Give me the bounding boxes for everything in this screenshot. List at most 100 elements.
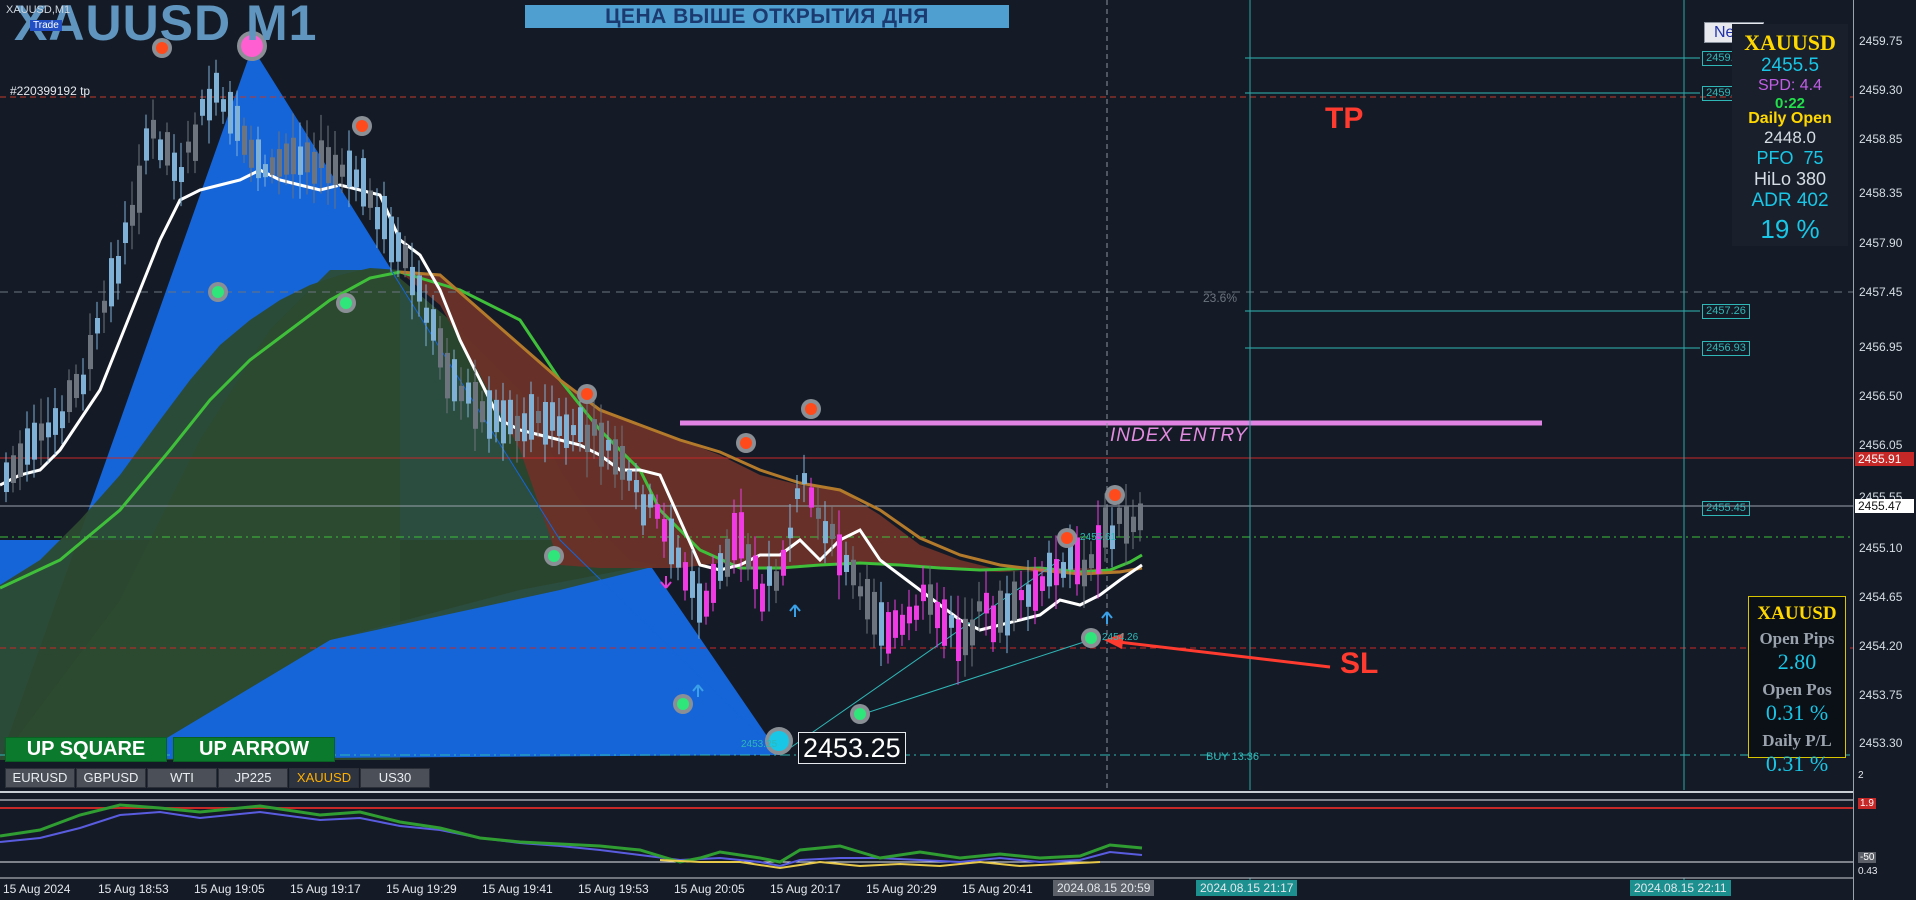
pl-open-pips-value: 2.80 (1777, 649, 1817, 674)
y-tick: 2456.05 (1859, 438, 1903, 452)
candle-body (725, 538, 730, 577)
candle-body (235, 105, 240, 141)
candle-body (585, 424, 590, 453)
candle-body (627, 470, 632, 481)
candle-body (1131, 516, 1136, 533)
info-spread: SPD: 4.4 (1757, 77, 1823, 94)
up-square-button[interactable]: UP SQUARE (5, 737, 167, 762)
level-label-5: 2455.45 (1702, 501, 1750, 516)
tab-us30[interactable]: US30 (360, 768, 430, 788)
level-label-3: 2457.26 (1702, 304, 1750, 319)
fractal-marker (1085, 632, 1097, 644)
symbol-timeframe-label: XAUUSD,M1 (6, 4, 71, 16)
info-adr-value: 402 (1796, 190, 1829, 211)
candle-body (718, 553, 723, 581)
candle-body (746, 544, 751, 570)
candle-body (11, 455, 16, 483)
candle-body (837, 534, 842, 576)
crosshair-time-tag: 2024.08.15 20:59 (1053, 880, 1155, 896)
candle-body (620, 445, 625, 480)
price-above-open-banner: ЦЕНА ВЫШЕ ОТКРЫТИЯ ДНЯ (525, 5, 1009, 28)
info-timer: 0:22 (1774, 95, 1806, 112)
x-label: 15 Aug 19:29 (386, 882, 457, 896)
candle-body (4, 462, 9, 493)
trade-badge[interactable]: Trade (30, 20, 62, 31)
tab-gbpusd[interactable]: GBPUSD (76, 768, 146, 788)
symbol-info-panel: XAUUSD 2455.5 SPD: 4.4 0:22 Daily Open 2… (1732, 24, 1848, 246)
candle-body (263, 164, 268, 178)
y-tick: 2453.75 (1859, 688, 1903, 702)
tab-xauusd[interactable]: XAUUSD (289, 768, 359, 788)
vline-time-tag-2: 2024.08.15 22:11 (1630, 880, 1731, 896)
candle-body (935, 601, 940, 629)
candle-body (123, 222, 128, 244)
candle-body (991, 605, 996, 643)
candle-body (193, 124, 198, 161)
pl-panel: XAUUSD Open Pips 2.80 Open Pos 0.31 % Da… (1748, 596, 1846, 776)
price-axis[interactable]: 2459.75 2459.30 2458.85 2458.35 2457.90 … (1853, 0, 1916, 900)
candle-body (1138, 503, 1143, 531)
candle-body (179, 167, 184, 183)
candle-body (375, 207, 380, 230)
candle-body (1082, 559, 1087, 587)
candle-body (1026, 584, 1031, 607)
fib-level-label: 23.6% (1203, 291, 1238, 305)
candle-body (249, 139, 254, 168)
tab-wti[interactable]: WTI (147, 768, 217, 788)
y-tick: 2457.90 (1859, 236, 1903, 250)
candle-body (109, 258, 114, 307)
candle-body (683, 562, 688, 591)
candle-body (137, 165, 142, 213)
candle-body (452, 359, 457, 402)
candle-body (305, 142, 310, 173)
fractal-marker (677, 698, 689, 710)
info-daily-open-value: 2448.0 (1764, 128, 1816, 147)
candle-body (130, 204, 135, 226)
fractal-marker (805, 403, 817, 415)
candle-body (851, 559, 856, 586)
candle-body (578, 407, 583, 443)
candle-body (970, 619, 975, 646)
candle-body (354, 169, 359, 188)
candle-body (662, 519, 667, 542)
candle-body (95, 318, 100, 334)
fractal-marker (1109, 489, 1121, 501)
candle-body (256, 139, 261, 179)
pl-open-pos-label: Open Pos (1762, 680, 1832, 699)
candle-body (550, 402, 555, 431)
candle-body (648, 494, 653, 508)
sl-arrow-line (1109, 639, 1331, 669)
candle-body (928, 584, 933, 615)
x-label: 15 Aug 20:17 (770, 882, 841, 896)
candle-body (704, 590, 709, 617)
candle-body (998, 590, 1003, 633)
info-pfo-value: 75 (1803, 148, 1824, 168)
candle-body (858, 586, 863, 597)
candle-body (1061, 562, 1066, 578)
up-arrow-button[interactable]: UP ARROW (173, 737, 335, 762)
candle-body (445, 352, 450, 399)
fractal-marker (212, 286, 224, 298)
candle-body (634, 480, 639, 493)
buy-level-label: BUY 13.36 (1206, 751, 1260, 763)
info-hilo-value: 380 (1796, 169, 1827, 189)
candle-body (557, 416, 562, 436)
candle-body (942, 599, 947, 646)
candle-body (81, 374, 86, 395)
tab-eurusd[interactable]: EURUSD (5, 768, 75, 788)
x-label: 15 Aug 20:29 (866, 882, 937, 896)
candle-body (781, 549, 786, 576)
candle-body (18, 443, 23, 478)
pl-daily-label: Daily P/L (1762, 731, 1832, 750)
candle-body (312, 151, 317, 184)
candle-body (767, 566, 772, 586)
tab-jp225[interactable]: JP225 (218, 768, 288, 788)
candle-body (760, 583, 765, 612)
candle-body (571, 425, 576, 436)
candle-body (914, 605, 919, 620)
candle-body (494, 399, 499, 433)
y-tick: 2459.30 (1859, 83, 1903, 97)
candle-body (284, 143, 289, 175)
price-chart[interactable] (0, 0, 1916, 900)
candle-body (291, 137, 296, 175)
